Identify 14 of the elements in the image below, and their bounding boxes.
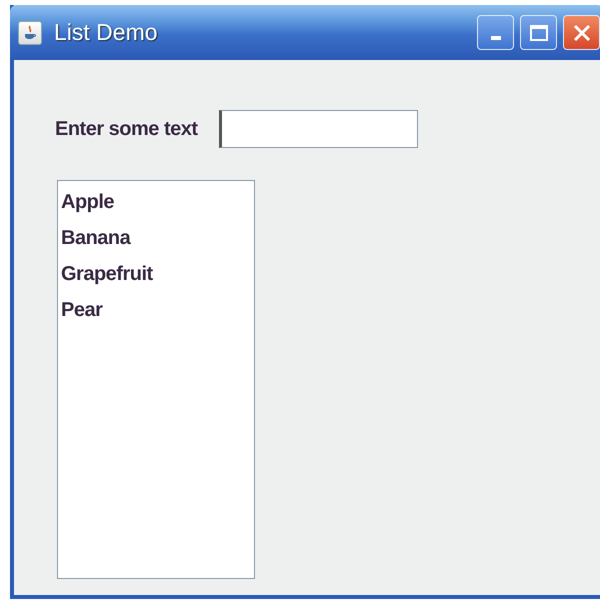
- list-item[interactable]: Pear: [58, 295, 102, 331]
- text-label: Enter some text: [55, 118, 198, 140]
- list-item[interactable]: Banana: [58, 223, 130, 259]
- close-button[interactable]: [563, 15, 600, 50]
- window-title: List Demo: [54, 19, 159, 46]
- maximize-button[interactable]: [520, 15, 557, 50]
- minimize-icon: [490, 36, 500, 40]
- minimize-button[interactable]: [477, 15, 514, 50]
- list-item[interactable]: Grapefruit: [58, 259, 153, 295]
- close-icon: [572, 22, 592, 42]
- maximize-icon: [528, 24, 548, 42]
- cup-icon: [18, 20, 42, 44]
- text-field[interactable]: [218, 110, 418, 148]
- list-item[interactable]: Apple: [58, 187, 114, 223]
